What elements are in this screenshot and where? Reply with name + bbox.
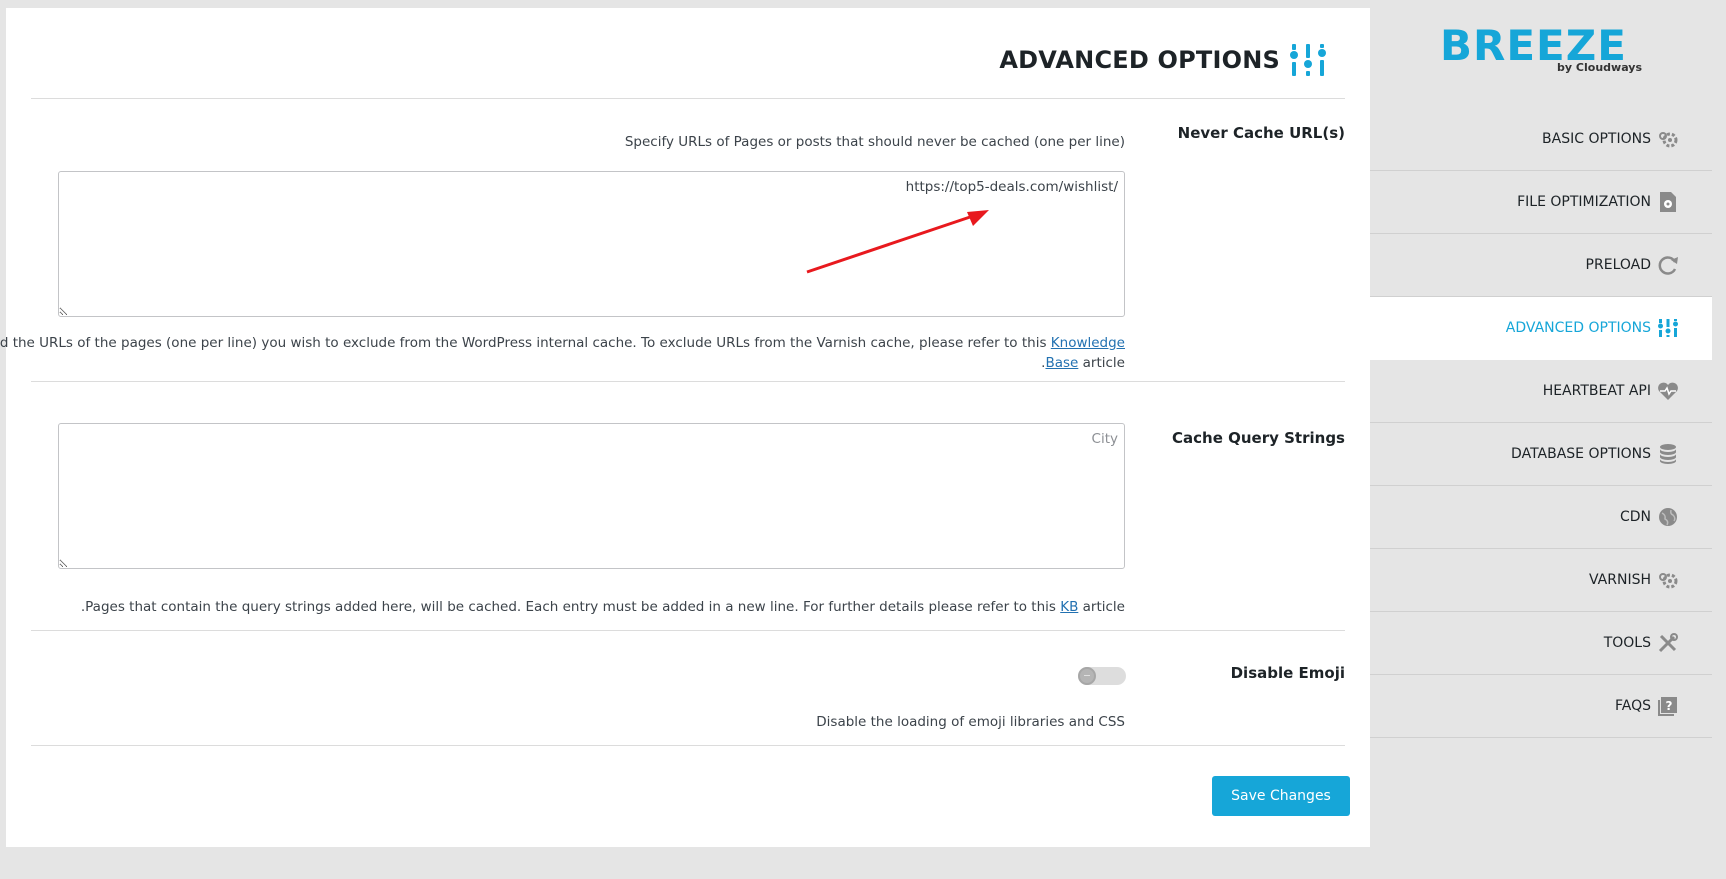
nav-item-faqs[interactable]: FAQS ? bbox=[1370, 675, 1712, 738]
base-link[interactable]: Base bbox=[1045, 355, 1078, 371]
never-cache-desc-line2: .Base article bbox=[1041, 352, 1125, 374]
gear-icon bbox=[1659, 132, 1678, 148]
nav-item-tools[interactable]: TOOLS bbox=[1370, 612, 1712, 675]
query-strings-desc-text: .Pages that contain the query strings ad… bbox=[80, 599, 1056, 615]
nav-item-label: BASIC OPTIONS bbox=[1542, 131, 1651, 147]
divider bbox=[31, 630, 1345, 631]
toggle-knob bbox=[1078, 667, 1096, 685]
settings-panel: ADVANCED OPTIONS Never Cache URL(s) Spec… bbox=[0, 8, 1370, 847]
question-icon: ? bbox=[1658, 697, 1677, 716]
nav-item-label: ADVANCED OPTIONS bbox=[1505, 320, 1651, 336]
nav-item-file-optimization[interactable]: FILE OPTIMIZATION bbox=[1370, 171, 1712, 234]
never-cache-textarea[interactable]: /https://top5-deals.com/wishlist bbox=[58, 171, 1125, 317]
nav-item-label: FAQS bbox=[1614, 698, 1651, 714]
kb-link[interactable]: KB bbox=[1060, 599, 1078, 615]
nav-item-advanced-options[interactable]: ADVANCED OPTIONS bbox=[1370, 297, 1712, 360]
never-cache-hint: Specify URLs of Pages or posts that shou… bbox=[624, 134, 1125, 150]
never-cache-desc-line1: Add the URLs of the pages (one per line)… bbox=[0, 332, 1125, 354]
knowledge-link[interactable]: Knowledge bbox=[1051, 335, 1125, 351]
divider bbox=[31, 381, 1345, 382]
query-strings-desc-article: article bbox=[1082, 599, 1125, 615]
nav-item-label: FILE OPTIMIZATION bbox=[1517, 194, 1651, 210]
divider bbox=[31, 98, 1345, 99]
nav-item-preload[interactable]: PRELOAD bbox=[1370, 234, 1712, 297]
nav-item-database-options[interactable]: DATABASE OPTIONS bbox=[1370, 423, 1712, 486]
breeze-logo: BREEZE by Cloudways bbox=[1440, 25, 1644, 75]
save-changes-button[interactable]: Save Changes bbox=[1212, 776, 1350, 816]
nav-item-label: HEARTBEAT API bbox=[1542, 383, 1651, 399]
database-icon bbox=[1660, 444, 1676, 464]
nav-item-heartbeat-api[interactable]: HEARTBEAT API bbox=[1370, 360, 1712, 423]
never-cache-label: Never Cache URL(s) bbox=[1177, 124, 1345, 142]
sliders-icon bbox=[1290, 44, 1326, 76]
nav-item-label: CDN bbox=[1619, 509, 1651, 525]
disable-emoji-desc: Disable the loading of emoji libraries a… bbox=[816, 714, 1125, 730]
file-gear-icon bbox=[1660, 192, 1676, 212]
nav-item-cdn[interactable]: CDN bbox=[1370, 486, 1712, 549]
query-strings-textarea[interactable] bbox=[58, 423, 1125, 569]
nav-item-label: TOOLS bbox=[1603, 635, 1651, 651]
page-title-text: ADVANCED OPTIONS bbox=[999, 46, 1280, 74]
never-cache-desc-text: Add the URLs of the pages (one per line)… bbox=[0, 335, 1047, 351]
gear-icon bbox=[1659, 573, 1678, 589]
disable-emoji-label: Disable Emoji bbox=[1230, 664, 1345, 682]
disable-emoji-toggle[interactable] bbox=[1078, 667, 1126, 685]
svg-text:?: ? bbox=[1666, 699, 1673, 713]
nav-item-label: DATABASE OPTIONS bbox=[1511, 446, 1651, 462]
tools-icon bbox=[1658, 633, 1678, 653]
page-title: ADVANCED OPTIONS bbox=[999, 40, 1328, 80]
nav-item-label: VARNISH bbox=[1588, 572, 1651, 588]
brand-by: by Cloudways bbox=[1557, 61, 1642, 74]
nav-item-varnish[interactable]: VARNISH bbox=[1370, 549, 1712, 612]
never-cache-desc-article: article bbox=[1082, 355, 1125, 371]
nav-item-basic-options[interactable]: BASIC OPTIONS bbox=[1370, 108, 1712, 171]
sidebar-nav: BASIC OPTIONS FILE OPTIMIZATION PRELOAD … bbox=[1370, 108, 1712, 738]
query-strings-label: Cache Query Strings bbox=[1172, 429, 1345, 447]
sliders-icon bbox=[1658, 319, 1678, 337]
refresh-icon bbox=[1658, 256, 1678, 275]
heart-icon bbox=[1658, 382, 1678, 400]
nav-item-label: PRELOAD bbox=[1585, 257, 1651, 273]
query-strings-desc: .Pages that contain the query strings ad… bbox=[81, 596, 1125, 618]
globe-icon bbox=[1659, 508, 1677, 526]
divider bbox=[31, 745, 1345, 746]
